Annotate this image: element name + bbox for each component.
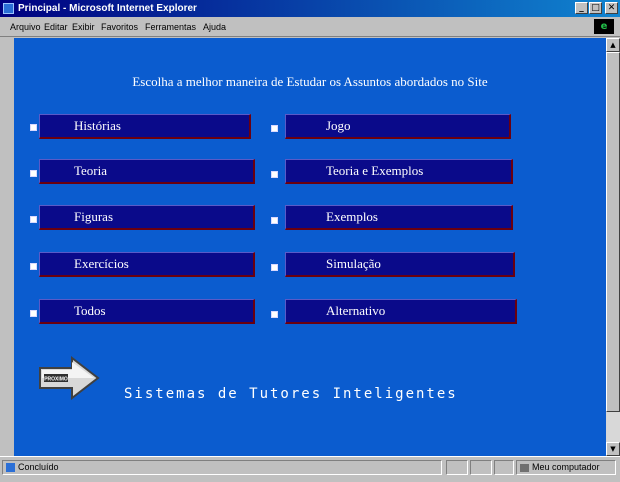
page-content: Escolha a melhor maneira de Estudar os A…	[14, 38, 606, 456]
status-pane-1	[446, 460, 468, 475]
page-done-icon	[6, 463, 15, 473]
window-title: Principal - Microsoft Internet Explorer	[18, 3, 197, 14]
checkbox-exemplos[interactable]	[271, 217, 278, 224]
close-button[interactable]: ✕	[605, 2, 618, 14]
status-pane-3	[494, 460, 514, 475]
menu-ajuda[interactable]: Ajuda	[203, 22, 226, 32]
maximize-button[interactable]: □	[589, 2, 602, 14]
checkbox-figuras[interactable]	[30, 216, 37, 223]
option-historias-button[interactable]: Histórias	[39, 114, 251, 139]
zone-text: Meu computador	[532, 462, 600, 472]
checkbox-historias[interactable]	[30, 124, 37, 131]
checkbox-todos[interactable]	[30, 310, 37, 317]
option-exercicios-button[interactable]: Exercícios	[39, 252, 255, 277]
option-exemplos-button[interactable]: Exemplos	[285, 205, 513, 230]
scroll-thumb[interactable]	[606, 52, 620, 412]
menu-ferramentas[interactable]: Ferramentas	[145, 22, 196, 32]
status-pane-main: Concluído	[2, 460, 442, 475]
menu-favoritos[interactable]: Favoritos	[101, 22, 138, 32]
status-bar: Concluído Meu computador	[0, 456, 620, 482]
checkbox-teoria[interactable]	[30, 170, 37, 177]
ie-icon	[3, 3, 14, 14]
checkbox-simulacao[interactable]	[271, 264, 278, 271]
status-text: Concluído	[18, 462, 59, 472]
scroll-down-icon[interactable]: ▼	[606, 442, 620, 456]
option-figuras-button[interactable]: Figuras	[39, 205, 255, 230]
checkbox-teoria-e-exemplos[interactable]	[271, 171, 278, 178]
menu-exibir[interactable]: Exibir	[72, 22, 95, 32]
status-pane-2	[470, 460, 492, 475]
checkbox-exercicios[interactable]	[30, 263, 37, 270]
scroll-up-icon[interactable]: ▲	[606, 38, 620, 52]
next-arrow-button[interactable]: PROXIMO	[38, 356, 100, 400]
minimize-button[interactable]: _	[575, 2, 588, 14]
option-teoria-button[interactable]: Teoria	[39, 159, 255, 184]
vertical-scrollbar[interactable]: ▲ ▼	[606, 38, 620, 456]
option-alternativo-button[interactable]: Alternativo	[285, 299, 517, 324]
option-simulacao-button[interactable]: Simulação	[285, 252, 515, 277]
footer-title: Sistemas de Tutores Inteligentes	[124, 386, 458, 402]
checkbox-alternativo[interactable]	[271, 311, 278, 318]
menu-editar[interactable]: Editar	[44, 22, 68, 32]
checkbox-jogo[interactable]	[271, 125, 278, 132]
option-todos-button[interactable]: Todos	[39, 299, 255, 324]
next-arrow-label: PROXIMO	[44, 377, 68, 383]
status-pane-zone: Meu computador	[516, 460, 616, 475]
option-jogo-button[interactable]: Jogo	[285, 114, 511, 139]
ie-throbber-icon: e	[594, 19, 614, 34]
menu-arquivo[interactable]: Arquivo	[10, 22, 41, 32]
option-teoria-e-exemplos-button[interactable]: Teoria e Exemplos	[285, 159, 513, 184]
page-headline: Escolha a melhor maneira de Estudar os A…	[132, 74, 488, 89]
window-titlebar[interactable]: Principal - Microsoft Internet Explorer …	[0, 0, 620, 17]
computer-icon	[520, 463, 529, 472]
menu-bar: Arquivo Editar Exibir Favoritos Ferramen…	[0, 17, 620, 37]
